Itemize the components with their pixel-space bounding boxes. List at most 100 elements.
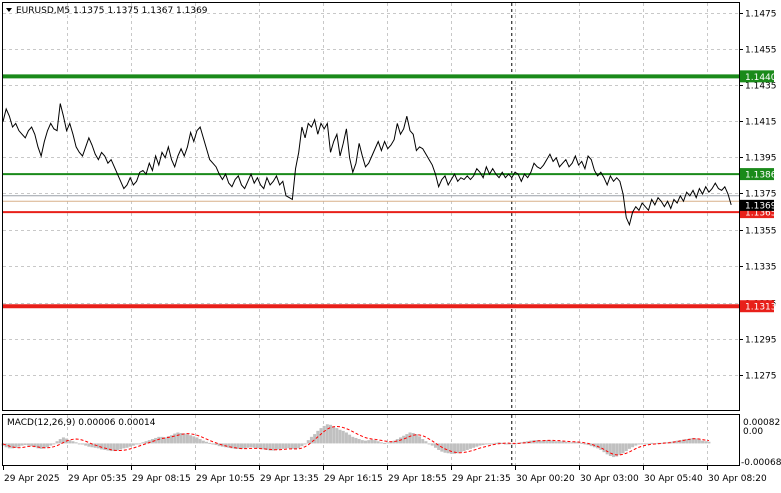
macd-histogram-bar [173, 433, 177, 444]
macd-histogram-bar [192, 436, 196, 444]
macd-histogram-bar [605, 443, 609, 455]
macd-histogram-bar [449, 443, 453, 454]
macd-histogram-bar [424, 441, 428, 444]
macd-histogram-bar [351, 436, 355, 444]
y-tick-label: 1.1395 [745, 154, 777, 164]
macd-histogram-bar [697, 439, 701, 444]
macd-histogram-bar [608, 443, 612, 456]
macd-histogram-bar [405, 434, 409, 444]
y-tick-label: 1.1295 [745, 336, 777, 346]
macd-histogram-bar [418, 436, 422, 444]
macd-histogram-bar [52, 443, 56, 445]
macd-histogram-bar [20, 443, 24, 446]
macd-histogram-bar [319, 428, 323, 444]
macd-histogram-bar [637, 443, 641, 445]
x-tick-label: 29 Apr 13:35 [260, 474, 319, 484]
macd-histogram-bar [386, 442, 390, 444]
x-tick-label: 29 Apr 18:55 [388, 474, 447, 484]
macd-histogram-bar [309, 436, 313, 444]
macd-histogram-bar [465, 443, 469, 450]
macd-tick-zero: 0.00 [743, 427, 763, 437]
macd-histogram-bar [144, 441, 148, 444]
macd-histogram-bar [631, 443, 635, 448]
macd-histogram-bar [26, 443, 30, 446]
macd-histogram-bar [249, 443, 253, 448]
macd-histogram-bar [30, 443, 34, 447]
macd-histogram-bar [596, 443, 600, 449]
macd-histogram-bar [488, 443, 492, 445]
x-tick-label: 29 Apr 05:35 [68, 474, 127, 484]
macd-histogram-bar [599, 443, 603, 450]
macd-histogram-bar [354, 437, 358, 444]
macd-tick-bottom: -0.00068 [741, 458, 781, 468]
macd-histogram-bar [335, 428, 339, 444]
macd-histogram-bar [281, 443, 285, 449]
chart-window[interactable]: 1.1475 1.1455 1.1435 1.1415 1.1395 1.1375 1.13… [0, 0, 781, 489]
macd-histogram-bar [80, 443, 84, 445]
macd-histogram-bar [332, 426, 336, 444]
macd-histogram-bar [125, 443, 129, 448]
macd-histogram-bar [468, 443, 472, 449]
macd-histogram-bar [478, 443, 482, 446]
macd-histogram-bar [627, 443, 631, 449]
macd-histogram-bar [414, 434, 418, 444]
macd-histogram-bar [561, 441, 565, 444]
y-tick-label: 1.1355 [745, 227, 777, 237]
macd-histogram-bar [554, 441, 558, 444]
x-tick-label: 30 Apr 05:40 [644, 474, 703, 484]
macd-histogram-bar [103, 443, 107, 450]
macd-histogram-bar [472, 443, 476, 448]
macd-histogram-bar [338, 429, 342, 444]
macd-histogram-bar [564, 441, 568, 444]
level-price-tag-label: 1.1313 [745, 303, 777, 313]
current-price-tag-label: 1.1369 [745, 201, 777, 211]
macd-histogram-bar [379, 442, 383, 444]
macd-histogram-bar [567, 442, 571, 444]
macd-histogram-bar [23, 443, 27, 446]
level-price-tag-label: 1.1440 [745, 73, 777, 83]
macd-histogram-bar [618, 443, 622, 455]
macd-histogram-bar [84, 443, 88, 446]
macd-histogram-bar [278, 443, 282, 450]
macd-histogram-bar [357, 439, 361, 444]
macd-histogram-bar [176, 432, 180, 444]
x-tick-label: 29 Apr 10:55 [196, 474, 255, 484]
chart-canvas[interactable]: 1.14751.14551.14351.14151.13951.13751.13… [0, 0, 781, 489]
macd-histogram-bar [243, 443, 247, 449]
macd-histogram-bar [313, 434, 317, 444]
macd-histogram-bar [115, 443, 119, 451]
macd-histogram-bar [462, 443, 466, 452]
macd-histogram-bar [303, 443, 307, 445]
macd-histogram-bar [570, 442, 574, 444]
macd-histogram-bar [402, 435, 406, 444]
macd-histogram-bar [287, 443, 291, 449]
macd-histogram-bar [141, 442, 145, 444]
macd-histogram-bar [341, 430, 345, 444]
macd-histogram-bar [704, 441, 708, 444]
macd-histogram-bar [459, 443, 463, 453]
macd-histogram-bar [348, 434, 352, 444]
macd-histogram-bar [189, 435, 193, 444]
macd-histogram-bar [284, 443, 288, 449]
macd-histogram-bar [602, 443, 606, 453]
macd-histogram-bar [131, 443, 135, 446]
macd-histogram-bar [77, 443, 81, 445]
macd-histogram-bar [185, 434, 189, 444]
x-tick-label: 29 Apr 08:15 [132, 474, 191, 484]
y-tick-label: 1.1375 [745, 190, 777, 200]
macd-histogram-bar [138, 443, 142, 445]
x-tick-label: 29 Apr 2025 [4, 474, 60, 484]
macd-histogram-bar [494, 442, 498, 444]
macd-histogram-bar [612, 443, 616, 458]
macd-histogram-bar [373, 440, 377, 444]
macd-histogram-bar [74, 442, 78, 444]
macd-histogram-bar [621, 443, 625, 454]
macd-histogram-bar [49, 443, 53, 446]
macd-histogram-bar [17, 443, 21, 447]
y-tick-label: 1.1435 [745, 82, 777, 92]
macd-histogram-bar [634, 443, 638, 446]
macd-histogram-bar [367, 440, 371, 444]
macd-histogram-bar [274, 443, 278, 450]
macd-histogram-bar [583, 443, 587, 445]
macd-histogram-bar [306, 440, 310, 444]
